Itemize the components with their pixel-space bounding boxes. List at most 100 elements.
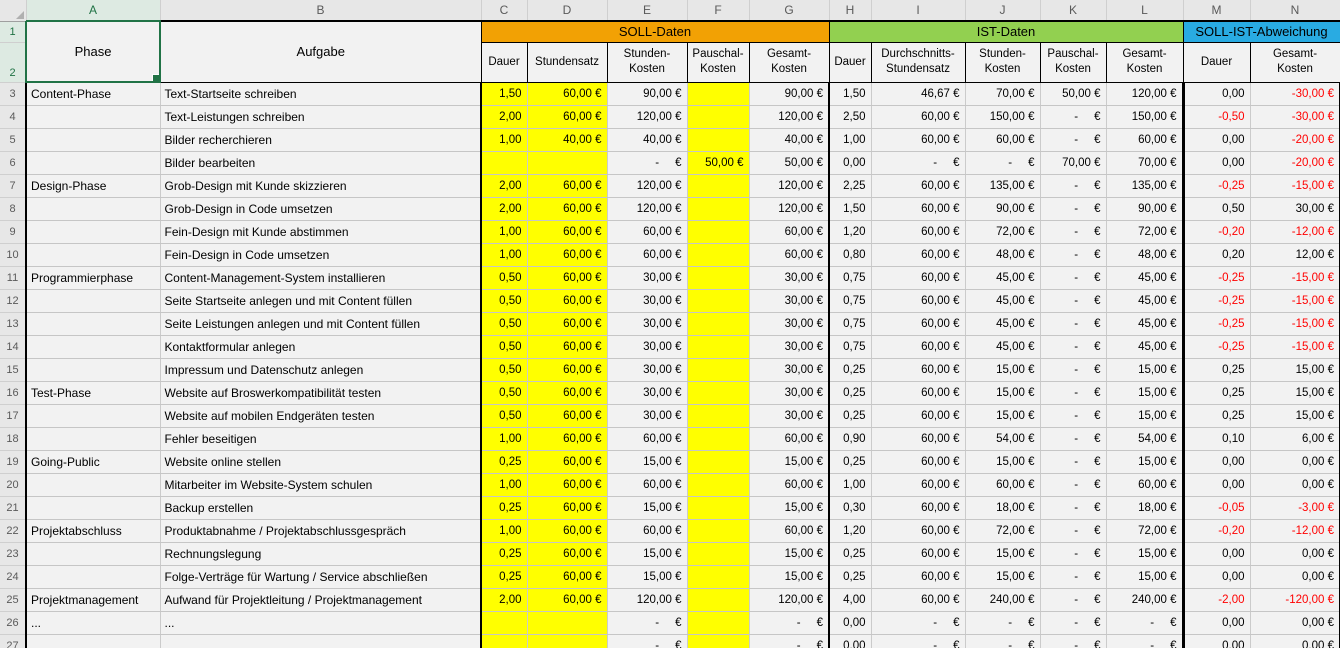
cell-ist-pauschalkosten[interactable]: - € [1040,566,1106,589]
cell-soll-gesamtkosten[interactable]: - € [749,635,829,648]
ist-pauschalkosten-header[interactable]: Pauschal- Kosten [1040,42,1106,82]
cell-ist-stundensatz[interactable]: 60,00 € [871,336,965,359]
cell-ist-dauer[interactable]: 0,25 [829,359,871,382]
row-header-25[interactable]: 25 [0,589,26,612]
cell-soll-stundenkosten[interactable]: 120,00 € [607,589,687,612]
column-header-N[interactable]: N [1250,0,1340,21]
abw-dauer-header[interactable]: Dauer [1183,42,1250,82]
row-header-22[interactable]: 22 [0,520,26,543]
cell-soll-stundensatz[interactable]: 60,00 € [527,589,607,612]
cell-soll-stundensatz[interactable]: 60,00 € [527,543,607,566]
cell-soll-dauer[interactable]: 2,00 [481,175,527,198]
cell-soll-stundensatz[interactable]: 60,00 € [527,405,607,428]
cell-soll-dauer[interactable]: 2,00 [481,198,527,221]
cell-soll-stundenkosten[interactable]: 60,00 € [607,520,687,543]
cell-ist-dauer[interactable]: 0,25 [829,382,871,405]
cell-phase[interactable]: ... [26,635,160,648]
cell-ist-pauschalkosten[interactable]: - € [1040,244,1106,267]
cell-aufgabe[interactable]: Folge-Verträge für Wartung / Service abs… [160,566,481,589]
cell-phase[interactable] [26,244,160,267]
cell-ist-stundenkosten[interactable]: 15,00 € [965,543,1040,566]
row-header-6[interactable]: 6 [0,152,26,175]
cell-abw-gesamtkosten[interactable]: -30,00 € [1250,82,1340,106]
cell-soll-pauschalkosten[interactable] [687,405,749,428]
cell-soll-dauer[interactable]: 1,50 [481,82,527,106]
cell-soll-stundensatz[interactable] [527,152,607,175]
cell-ist-gesamtkosten[interactable]: 72,00 € [1106,221,1183,244]
cell-soll-dauer[interactable]: 0,50 [481,382,527,405]
cell-abw-dauer[interactable]: 0,00 [1183,474,1250,497]
cell-soll-stundensatz[interactable]: 60,00 € [527,474,607,497]
cell-aufgabe[interactable]: ... [160,635,481,648]
cell-ist-dauer[interactable]: 0,25 [829,405,871,428]
cell-aufgabe[interactable]: Website auf Broswerkompatibilität testen [160,382,481,405]
cell-soll-stundensatz[interactable]: 60,00 € [527,244,607,267]
cell-abw-dauer[interactable]: -0,50 [1183,106,1250,129]
cell-abw-gesamtkosten[interactable]: -15,00 € [1250,313,1340,336]
cell-abw-gesamtkosten[interactable]: 0,00 € [1250,451,1340,474]
cell-abw-gesamtkosten[interactable]: -20,00 € [1250,152,1340,175]
cell-abw-dauer[interactable]: 0,00 [1183,635,1250,648]
cell-ist-stundensatz[interactable]: 60,00 € [871,520,965,543]
cell-ist-gesamtkosten[interactable]: 120,00 € [1106,82,1183,106]
cell-aufgabe[interactable]: Produktabnahme / Projektabschlussgespräc… [160,520,481,543]
row-header-27[interactable]: 27 [0,635,26,648]
cell-soll-pauschalkosten[interactable] [687,359,749,382]
cell-ist-pauschalkosten[interactable]: - € [1040,290,1106,313]
cell-ist-stundensatz[interactable]: 60,00 € [871,474,965,497]
cell-soll-pauschalkosten[interactable] [687,175,749,198]
cell-soll-gesamtkosten[interactable]: 60,00 € [749,428,829,451]
cell-ist-pauschalkosten[interactable]: 70,00 € [1040,152,1106,175]
cell-ist-pauschalkosten[interactable]: - € [1040,520,1106,543]
cell-ist-dauer[interactable]: 1,00 [829,129,871,152]
cell-ist-stundensatz[interactable]: 60,00 € [871,382,965,405]
cell-ist-stundensatz[interactable]: 60,00 € [871,405,965,428]
cell-ist-gesamtkosten[interactable]: 150,00 € [1106,106,1183,129]
cell-soll-gesamtkosten[interactable]: 60,00 € [749,221,829,244]
cell-ist-stundenkosten[interactable]: - € [965,635,1040,648]
cell-ist-gesamtkosten[interactable]: 70,00 € [1106,152,1183,175]
cell-ist-stundensatz[interactable]: 60,00 € [871,175,965,198]
cell-soll-dauer[interactable]: 1,00 [481,520,527,543]
cell-abw-gesamtkosten[interactable]: 6,00 € [1250,428,1340,451]
cell-ist-stundensatz[interactable]: 60,00 € [871,451,965,474]
cell-aufgabe[interactable]: Impressum und Datenschutz anlegen [160,359,481,382]
cell-soll-dauer[interactable] [481,635,527,648]
cell-soll-stundenkosten[interactable]: 40,00 € [607,129,687,152]
cell-abw-gesamtkosten[interactable]: -120,00 € [1250,589,1340,612]
cell-ist-stundensatz[interactable]: - € [871,612,965,635]
cell-phase[interactable] [26,428,160,451]
cell-soll-stundenkosten[interactable]: 30,00 € [607,405,687,428]
cell-ist-stundensatz[interactable]: 60,00 € [871,543,965,566]
ist-gesamtkosten-header[interactable]: Gesamt- Kosten [1106,42,1183,82]
cell-soll-gesamtkosten[interactable]: 60,00 € [749,244,829,267]
cell-ist-gesamtkosten[interactable]: 90,00 € [1106,198,1183,221]
cell-soll-pauschalkosten[interactable] [687,336,749,359]
cell-phase[interactable]: Design-Phase [26,175,160,198]
cell-ist-stundenkosten[interactable]: 70,00 € [965,82,1040,106]
cell-soll-stundensatz[interactable] [527,635,607,648]
cell-abw-gesamtkosten[interactable]: 15,00 € [1250,359,1340,382]
column-header-C[interactable]: C [481,0,527,21]
cell-soll-dauer[interactable]: 1,00 [481,244,527,267]
cell-phase[interactable] [26,336,160,359]
cell-soll-stundensatz[interactable]: 60,00 € [527,520,607,543]
cell-ist-stundensatz[interactable]: 60,00 € [871,129,965,152]
cell-ist-stundensatz[interactable]: 60,00 € [871,359,965,382]
cell-abw-dauer[interactable]: -0,25 [1183,336,1250,359]
cell-ist-stundensatz[interactable]: 60,00 € [871,221,965,244]
cell-ist-stundenkosten[interactable]: - € [965,152,1040,175]
row-header-9[interactable]: 9 [0,221,26,244]
cell-ist-stundenkosten[interactable]: 54,00 € [965,428,1040,451]
abw-gesamtkosten-header[interactable]: Gesamt- Kosten [1250,42,1340,82]
cell-soll-pauschalkosten[interactable] [687,382,749,405]
row-header-8[interactable]: 8 [0,198,26,221]
cell-aufgabe[interactable]: Website online stellen [160,451,481,474]
cell-soll-pauschalkosten[interactable] [687,474,749,497]
cell-ist-gesamtkosten[interactable]: 72,00 € [1106,520,1183,543]
row-header-11[interactable]: 11 [0,267,26,290]
cell-soll-gesamtkosten[interactable]: 15,00 € [749,497,829,520]
cell-ist-pauschalkosten[interactable]: - € [1040,129,1106,152]
cell-soll-stundenkosten[interactable]: 15,00 € [607,497,687,520]
cell-aufgabe[interactable]: Bilder bearbeiten [160,152,481,175]
